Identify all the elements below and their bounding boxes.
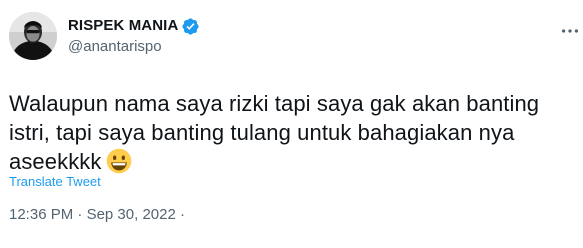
meta-separator: ·	[73, 206, 87, 223]
translate-tweet-link[interactable]: Translate Tweet	[9, 174, 101, 190]
tweet-time[interactable]: 12:36 PM	[9, 206, 73, 223]
meta-trailing-separator: ·	[175, 206, 185, 223]
name-row: RISPEK MANIA	[68, 16, 200, 36]
tweet-body: Walaupun nama saya rizki tapi saya gak a…	[9, 91, 540, 174]
verified-badge-icon	[182, 17, 199, 35]
tweet-meta: 12:36 PM · Sep 30, 2022 ·	[9, 205, 185, 225]
more-options-icon[interactable]	[559, 20, 581, 42]
tweet-text: Walaupun nama saya rizki tapi saya gak a…	[9, 89, 569, 176]
author-handle[interactable]: @anantarispo	[68, 37, 200, 57]
tweet-card: RISPEK MANIA @anantarispo Walaupun nama …	[0, 0, 583, 248]
author-block: RISPEK MANIA @anantarispo	[68, 16, 200, 57]
avatar-image	[9, 12, 57, 60]
tweet-date[interactable]: Sep 30, 2022	[87, 206, 176, 223]
avatar[interactable]	[9, 12, 57, 60]
display-name[interactable]: RISPEK MANIA	[68, 16, 178, 36]
grinning-face-emoji	[106, 148, 131, 174]
